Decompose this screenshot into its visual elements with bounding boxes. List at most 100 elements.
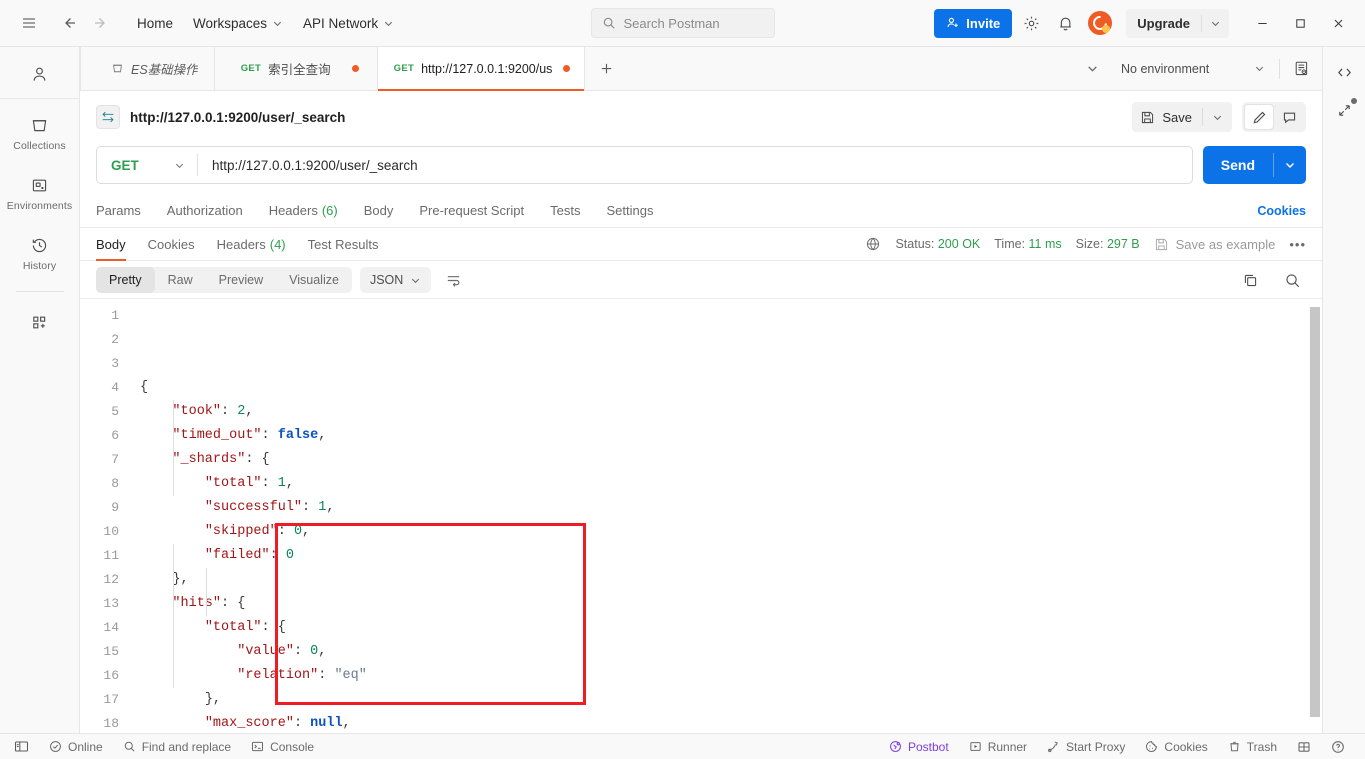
tab-body[interactable]: Body bbox=[351, 194, 407, 228]
comment-icon[interactable] bbox=[1274, 104, 1304, 130]
view-mode-visualize[interactable]: Visualize bbox=[276, 267, 352, 293]
hamburger-icon[interactable] bbox=[14, 8, 44, 38]
pencil-icon[interactable] bbox=[1244, 104, 1274, 130]
tab-headers[interactable]: Headers (6) bbox=[256, 194, 351, 228]
method-label: GET bbox=[111, 157, 139, 173]
tab-settings[interactable]: Settings bbox=[593, 194, 666, 228]
expand-diagonal-icon[interactable] bbox=[1329, 95, 1359, 125]
sidebar-item-environments[interactable]: Environments bbox=[7, 165, 73, 219]
add-tab-button[interactable] bbox=[585, 47, 629, 90]
upgrade-button[interactable]: Upgrade bbox=[1126, 8, 1229, 38]
url-input[interactable]: http://127.0.0.1:9200/user/_search bbox=[198, 158, 1192, 173]
help-circle-icon[interactable] bbox=[1321, 736, 1355, 758]
close-icon[interactable] bbox=[1319, 7, 1357, 39]
tab-authorization[interactable]: Authorization bbox=[154, 194, 256, 228]
save-as-example-button[interactable]: Save as example bbox=[1154, 237, 1275, 252]
tab-es-collection[interactable]: ES基础操作 bbox=[80, 47, 215, 90]
workspaces-label: Workspaces bbox=[193, 15, 268, 31]
response-body-code[interactable]: { "took": 2, "timed_out": false, "_shard… bbox=[130, 299, 1308, 733]
code-token: : bbox=[269, 548, 286, 563]
word-wrap-icon[interactable] bbox=[439, 267, 467, 293]
view-mode-preview[interactable]: Preview bbox=[206, 267, 276, 293]
line-number: 5 bbox=[111, 404, 119, 419]
sidebar-toggle-icon[interactable] bbox=[10, 736, 39, 758]
tab-index-query[interactable]: GET 索引全查询 bbox=[214, 47, 378, 90]
code-vertical-scrollbar[interactable] bbox=[1308, 299, 1322, 733]
environment-selector[interactable]: No environment bbox=[1113, 56, 1273, 82]
maximize-icon[interactable] bbox=[1281, 7, 1319, 39]
minimize-icon[interactable] bbox=[1243, 7, 1281, 39]
cookies-link[interactable]: Cookies bbox=[1257, 204, 1306, 218]
line-number: 15 bbox=[103, 644, 119, 659]
method-selector[interactable]: GET bbox=[97, 158, 197, 173]
tab-label: Body bbox=[363, 203, 394, 218]
status-bar: Online Find and replace Console Postbot bbox=[0, 733, 1365, 759]
eye-document-icon[interactable] bbox=[1286, 54, 1316, 84]
invite-button[interactable]: Invite bbox=[934, 8, 1013, 38]
line-number: 7 bbox=[111, 452, 119, 467]
right-sidebar bbox=[1322, 47, 1365, 733]
view-mode-raw[interactable]: Raw bbox=[155, 267, 206, 293]
new-grid-icon[interactable] bbox=[7, 302, 73, 339]
code-line: "failed": 0 bbox=[130, 544, 1308, 568]
find-and-replace-button[interactable]: Find and replace bbox=[113, 736, 241, 758]
chevron-down-icon bbox=[272, 18, 283, 29]
home-link[interactable]: Home bbox=[128, 10, 182, 37]
tab-params[interactable]: Params bbox=[96, 194, 154, 228]
arrow-left-icon[interactable] bbox=[54, 8, 84, 38]
api-network-menu[interactable]: API Network bbox=[294, 10, 403, 37]
trash-button[interactable]: Trash bbox=[1218, 736, 1287, 758]
code-token: , bbox=[318, 644, 327, 659]
code-token: : { bbox=[261, 620, 286, 635]
gear-icon[interactable] bbox=[1016, 8, 1046, 38]
workspaces-menu[interactable]: Workspaces bbox=[184, 10, 292, 37]
tab-pre-request-script[interactable]: Pre-request Script bbox=[406, 194, 537, 228]
request-title[interactable]: http://127.0.0.1:9200/user/_search bbox=[130, 110, 345, 125]
start-proxy-button[interactable]: Start Proxy bbox=[1037, 736, 1135, 758]
save-button[interactable]: Save bbox=[1132, 102, 1232, 132]
bell-icon[interactable] bbox=[1050, 8, 1080, 38]
cookie-icon bbox=[1145, 740, 1158, 753]
line-number: 1 bbox=[111, 308, 119, 323]
line-number: 10 bbox=[103, 524, 119, 539]
copy-icon[interactable] bbox=[1236, 267, 1264, 293]
send-button[interactable]: Send bbox=[1202, 146, 1306, 184]
sidebar-item-label: History bbox=[22, 260, 57, 272]
save-label: Save bbox=[1162, 109, 1192, 125]
ellipsis-icon[interactable]: ••• bbox=[1289, 237, 1306, 252]
code-line: "relation": "eq" bbox=[130, 664, 1308, 688]
save-options-chevron-down-icon[interactable] bbox=[1203, 112, 1232, 123]
tab-user-search[interactable]: GET http://127.0.0.1:9200/us bbox=[377, 47, 586, 91]
response-tab-headers[interactable]: Headers (4) bbox=[206, 228, 297, 261]
code-token: : bbox=[318, 668, 335, 683]
chevron-down-icon[interactable] bbox=[1077, 54, 1107, 84]
code-token: "value" bbox=[237, 644, 294, 659]
postbot-button[interactable]: Postbot bbox=[879, 736, 959, 758]
tabs-container: ES基础操作 GET 索引全查询 GET http://127.0.0.1:92… bbox=[80, 47, 1077, 91]
view-mode-pretty[interactable]: Pretty bbox=[96, 267, 155, 293]
layout-icon[interactable] bbox=[1287, 736, 1321, 758]
search-icon[interactable] bbox=[1278, 267, 1306, 293]
arrow-right-icon[interactable] bbox=[86, 8, 116, 38]
sidebar-item-history[interactable]: History bbox=[7, 225, 73, 279]
send-options-chevron-down-icon[interactable] bbox=[1274, 146, 1306, 184]
scrollbar-thumb[interactable] bbox=[1310, 307, 1320, 717]
user-icon[interactable] bbox=[0, 55, 79, 99]
tab-tests[interactable]: Tests bbox=[537, 194, 593, 228]
history-icon bbox=[30, 236, 49, 255]
chevron-down-icon[interactable] bbox=[1202, 18, 1229, 29]
code-icon[interactable] bbox=[1329, 57, 1359, 87]
search-input[interactable]: Search Postman bbox=[590, 8, 775, 38]
response-tab-body[interactable]: Body bbox=[96, 228, 137, 261]
response-tab-test-results[interactable]: Test Results bbox=[297, 228, 390, 261]
response-tab-cookies[interactable]: Cookies bbox=[137, 228, 206, 261]
content-type-selector[interactable]: JSON bbox=[359, 267, 432, 293]
runner-button[interactable]: Runner bbox=[959, 736, 1037, 758]
cookies-button[interactable]: Cookies bbox=[1135, 736, 1217, 758]
postman-logo-icon[interactable] bbox=[1088, 11, 1113, 35]
status-online[interactable]: Online bbox=[39, 736, 113, 758]
sidebar-item-collections[interactable]: Collections bbox=[7, 105, 73, 159]
tab-label: http://127.0.0.1:9200/us bbox=[421, 61, 553, 76]
line-number: 11 bbox=[103, 548, 119, 563]
console-button[interactable]: Console bbox=[241, 736, 324, 758]
